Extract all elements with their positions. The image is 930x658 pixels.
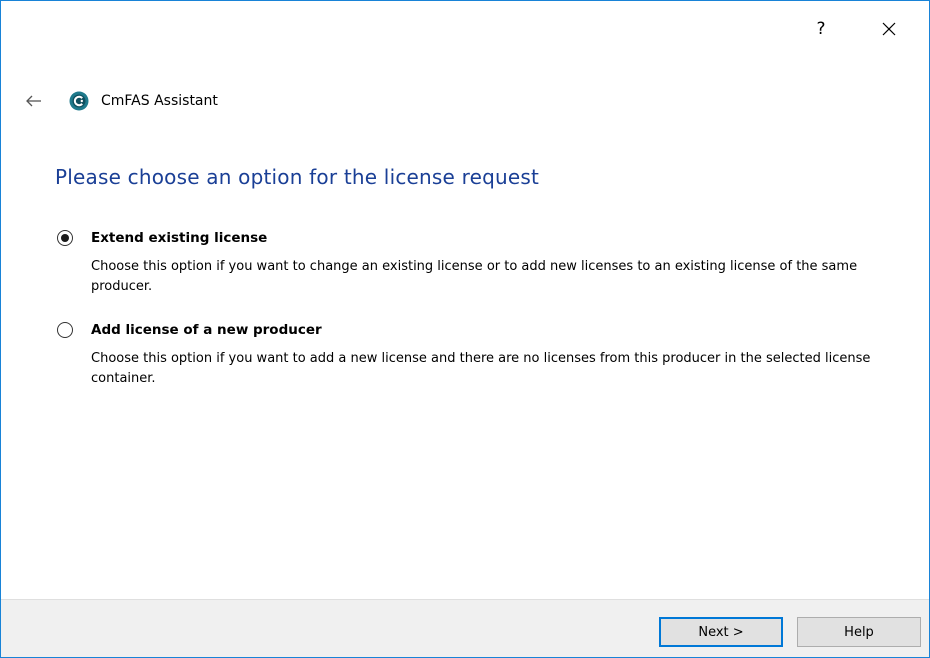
radio-extend-existing[interactable] bbox=[57, 230, 73, 246]
close-icon bbox=[882, 22, 896, 36]
help-button[interactable]: Help bbox=[797, 617, 921, 647]
back-arrow-icon bbox=[26, 95, 41, 107]
option-description: Choose this option if you want to change… bbox=[91, 259, 858, 294]
header: CmFAS Assistant bbox=[23, 87, 218, 115]
radio-selected-dot bbox=[61, 234, 69, 242]
app-title: CmFAS Assistant bbox=[101, 93, 218, 109]
option-extend-existing[interactable]: Extend existing license Choose this opti… bbox=[57, 227, 921, 297]
option-new-producer[interactable]: Add license of a new producer Choose thi… bbox=[57, 319, 921, 389]
footer: Next > Help bbox=[1, 599, 929, 657]
back-button[interactable] bbox=[23, 90, 45, 112]
radio-new-producer[interactable] bbox=[57, 322, 73, 338]
page-title: Please choose an option for the license … bbox=[55, 165, 540, 189]
next-button-label: Next > bbox=[698, 624, 744, 640]
cmfas-logo-icon bbox=[69, 91, 89, 111]
next-button[interactable]: Next > bbox=[659, 617, 783, 647]
titlebar-help-label: ? bbox=[816, 19, 826, 39]
option-description: Choose this option if you want to add a … bbox=[91, 351, 871, 386]
dialog-window: ? CmFAS Assistant Please choose an optio… bbox=[0, 0, 930, 658]
titlebar-help-button[interactable]: ? bbox=[801, 15, 841, 43]
option-label[interactable]: Add license of a new producer bbox=[91, 322, 322, 338]
option-label[interactable]: Extend existing license bbox=[91, 230, 267, 246]
close-button[interactable] bbox=[869, 15, 909, 43]
help-button-label: Help bbox=[844, 624, 874, 640]
